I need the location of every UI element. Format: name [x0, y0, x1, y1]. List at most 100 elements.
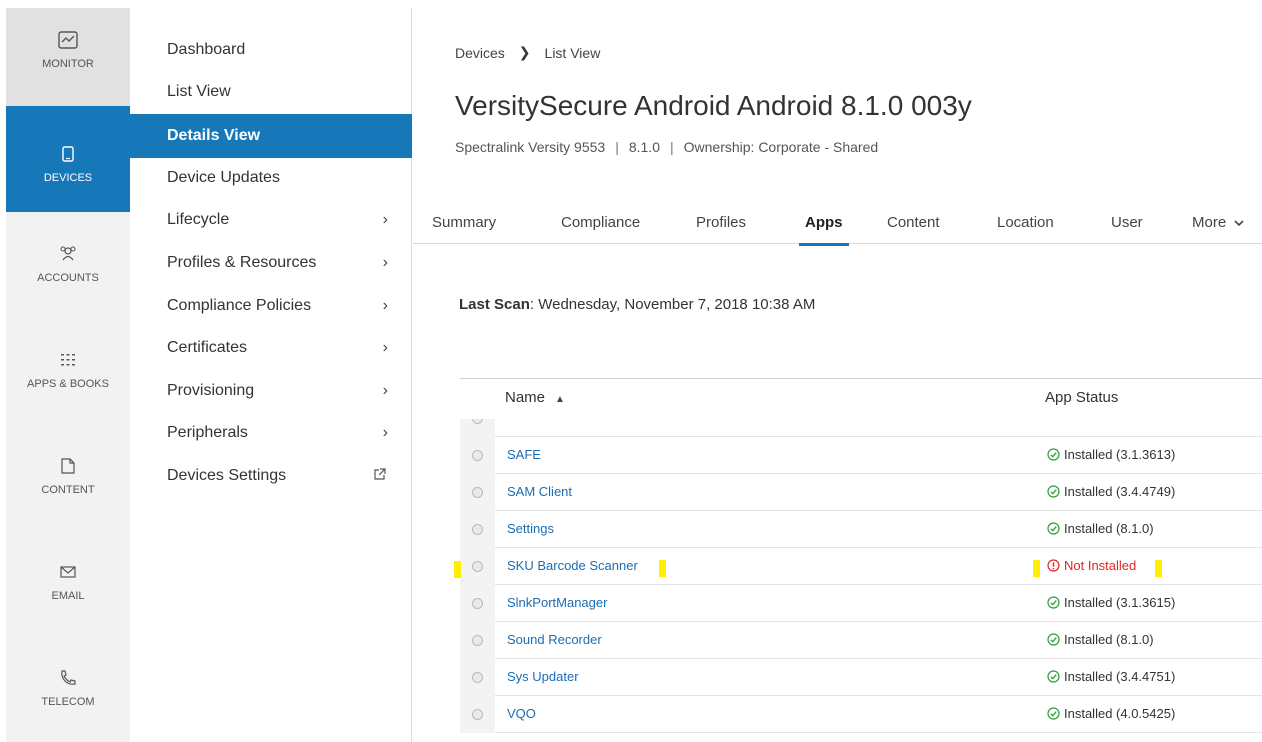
menu-device-updates[interactable]: Device Updates: [130, 160, 412, 196]
tab-content[interactable]: Content: [887, 200, 940, 244]
row-select-radio[interactable]: [472, 598, 483, 609]
tab-apps[interactable]: Apps: [799, 200, 848, 246]
app-status: Installed (3.1.3615): [1047, 595, 1175, 610]
app-status-text: Installed (8.1.0): [1064, 521, 1154, 536]
app-name-link[interactable]: SAM Client: [507, 484, 572, 499]
breadcrumb-list-view[interactable]: List View: [545, 45, 601, 61]
table-row[interactable]: SKU Barcode Scanner Not Installed: [460, 548, 1262, 585]
column-header-name-label: Name: [505, 389, 546, 406]
app-name-link[interactable]: SAFE: [507, 447, 541, 462]
app-status: Installed (8.1.0): [1047, 521, 1154, 536]
highlight-marker: [659, 560, 666, 577]
row-select-radio[interactable]: [472, 524, 483, 535]
devices-submenu: Dashboard List View Details View Device …: [130, 8, 412, 742]
menu-lifecycle-label: Lifecycle: [167, 211, 230, 228]
table-row[interactable]: SlnkPortManager Installed (3.1.3615): [460, 585, 1262, 622]
row-select-radio[interactable]: [472, 672, 483, 683]
column-header-name[interactable]: Name ▲: [505, 389, 565, 406]
apps-table: Name▲ App Status PTTInstalled (3.1.3612)…: [460, 378, 1262, 742]
table-row[interactable]: SAM Client Installed (3.4.4749): [460, 474, 1262, 511]
nav-apps-books[interactable]: APPS & BOOKS: [6, 348, 130, 390]
tab-more[interactable]: More: [1192, 200, 1244, 244]
envelope-icon: [56, 560, 80, 584]
menu-peripherals[interactable]: Peripherals ›: [130, 415, 412, 451]
nav-content[interactable]: CONTENT: [6, 454, 130, 496]
app-status: Not Installed: [1047, 558, 1136, 573]
app-status-text: Installed (3.4.4749): [1064, 484, 1176, 499]
nav-monitor[interactable]: MONITOR: [6, 8, 130, 106]
tab-profiles[interactable]: Profiles: [696, 200, 746, 244]
menu-devices-settings[interactable]: Devices Settings: [130, 458, 412, 494]
nav-email[interactable]: EMAIL: [6, 560, 130, 602]
nav-devices[interactable]: DEVICES: [6, 106, 130, 212]
check-circle-icon: [1047, 707, 1060, 720]
last-scan: Last Scan: Wednesday, November 7, 2018 1…: [459, 296, 815, 313]
app-status: Installed (3.4.4751): [1047, 669, 1175, 684]
breadcrumb: Devices ❯ List View: [455, 44, 600, 61]
check-circle-icon: [1047, 633, 1060, 646]
tab-summary[interactable]: Summary: [432, 200, 496, 244]
row-select-radio[interactable]: [472, 635, 483, 646]
row-select-cell: [460, 585, 495, 622]
chevron-right-icon: ›: [382, 382, 388, 399]
app-status-text: Installed (3.1.3613): [1064, 447, 1176, 462]
check-circle-icon: [1047, 522, 1060, 535]
check-circle-icon: [1047, 448, 1060, 461]
app-status-text: Not Installed: [1064, 558, 1137, 573]
primary-nav-rail: MONITOR DEVICES ACCOUNTS APPS & BOOKS CO…: [6, 8, 130, 742]
nav-apps-books-label: APPS & BOOKS: [27, 378, 109, 390]
row-select-radio[interactable]: [472, 709, 483, 720]
table-row[interactable]: VQO Installed (4.0.5425): [460, 696, 1262, 733]
app-name-link[interactable]: Sys Updater: [507, 669, 579, 684]
tab-more-label: More: [1192, 213, 1227, 231]
device-os-version: 8.1.0: [628, 139, 660, 155]
nav-monitor-label: MONITOR: [42, 58, 94, 70]
menu-lifecycle[interactable]: Lifecycle ›: [130, 202, 412, 238]
device-ownership: Ownership: Corporate - Shared: [683, 139, 879, 155]
row-select-radio[interactable]: [472, 487, 483, 498]
device-model: Spectralink Versity 9553: [455, 139, 606, 155]
tab-location[interactable]: Location: [997, 200, 1054, 244]
table-row[interactable]: SAFE Installed (3.1.3613): [460, 437, 1262, 474]
app-name-link[interactable]: VQO: [507, 706, 536, 721]
menu-certificates-label: Certificates: [167, 339, 248, 356]
app-status: Installed (3.4.4749): [1047, 484, 1175, 499]
table-row[interactable]: Sound Recorder Installed (8.1.0): [460, 622, 1262, 659]
nav-telecom-label: TELECOM: [41, 696, 95, 708]
menu-peripherals-label: Peripherals: [167, 424, 248, 441]
phone-icon: [56, 666, 80, 690]
menu-compliance-policies[interactable]: Compliance Policies ›: [130, 288, 412, 324]
table-row[interactable]: Settings Installed (8.1.0): [460, 511, 1262, 548]
row-select-radio[interactable]: [472, 450, 483, 461]
tab-user[interactable]: User: [1111, 200, 1143, 244]
app-name-link[interactable]: SlnkPortManager: [507, 595, 607, 610]
app-name-link[interactable]: Sound Recorder: [507, 632, 602, 647]
app-status-text: Installed (3.4.4751): [1064, 669, 1176, 684]
nav-telecom[interactable]: TELECOM: [6, 666, 130, 708]
menu-provisioning[interactable]: Provisioning ›: [130, 373, 412, 409]
nav-accounts[interactable]: ACCOUNTS: [6, 242, 130, 284]
device-icon: [56, 142, 80, 166]
detail-tabs: Summary Compliance Profiles Apps Content…: [413, 200, 1262, 246]
app-name-link[interactable]: Settings: [507, 521, 554, 536]
highlight-marker: [1155, 560, 1162, 577]
divider: |: [615, 139, 619, 155]
grid-icon: [56, 348, 80, 372]
row-select-cell: [460, 474, 495, 511]
column-header-app-status[interactable]: App Status: [1045, 389, 1118, 406]
menu-list-view[interactable]: List View: [130, 74, 412, 110]
chevron-right-icon: ›: [382, 424, 388, 441]
menu-profiles-resources[interactable]: Profiles & Resources ›: [130, 245, 412, 281]
menu-certificates[interactable]: Certificates ›: [130, 330, 412, 366]
table-row[interactable]: Sys Updater Installed (3.4.4751): [460, 659, 1262, 696]
menu-dashboard[interactable]: Dashboard: [130, 32, 412, 68]
users-icon: [56, 242, 80, 266]
menu-details-view[interactable]: Details View: [130, 114, 412, 158]
tab-compliance[interactable]: Compliance: [561, 200, 640, 244]
check-circle-icon: [1047, 485, 1060, 498]
app-name-link[interactable]: SKU Barcode Scanner: [507, 558, 638, 573]
last-scan-value: : Wednesday, November 7, 2018 10:38 AM: [529, 296, 816, 313]
row-select-radio[interactable]: [472, 561, 483, 572]
breadcrumb-devices[interactable]: Devices: [455, 45, 505, 61]
row-select-cell: [460, 548, 495, 585]
